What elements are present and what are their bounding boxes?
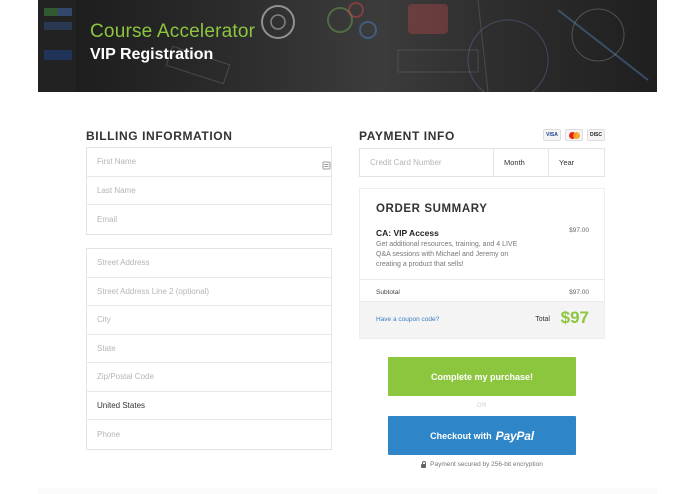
paypal-button-label: Checkout with <box>430 430 492 441</box>
accepted-cards: VISA DISC <box>543 129 605 141</box>
hero-banner: Course Accelerator VIP Registration <box>38 0 657 92</box>
total-value: $97 <box>560 308 589 327</box>
street-address-2-field[interactable]: Street Address Line 2 (optional) <box>87 278 331 306</box>
contact-fields-group: First Name Last Name Email <box>86 147 332 235</box>
address-fields-group: Street Address Street Address Line 2 (op… <box>86 248 332 450</box>
zip-field[interactable]: Zip/Postal Code <box>87 363 331 392</box>
hero-title: Course Accelerator <box>90 21 256 42</box>
credit-card-row: Credit Card Number Month Year <box>359 148 605 177</box>
subtotal-label: Subtotal <box>376 289 400 296</box>
phone-field[interactable]: Phone <box>87 420 331 449</box>
payment-heading: PAYMENT INFO <box>359 129 455 143</box>
billing-heading: BILLING INFORMATION <box>86 129 233 143</box>
city-field[interactable]: City <box>87 306 331 335</box>
expiry-month-select[interactable]: Month <box>494 149 549 176</box>
secure-payment-note: Payment secured by 256-bit encryption <box>388 460 576 468</box>
first-name-field[interactable]: First Name <box>87 148 331 177</box>
summary-total-bar: Have a coupon code? Total $97 <box>360 301 604 338</box>
state-field[interactable]: State <box>87 335 331 363</box>
mastercard-icon <box>565 129 583 141</box>
order-summary: ORDER SUMMARY CA: VIP Access Get additio… <box>359 188 605 339</box>
coupon-code-link[interactable]: Have a coupon code? <box>376 316 439 323</box>
paypal-checkout-button[interactable]: Checkout with PayPal <box>388 416 576 455</box>
order-item-name: CA: VIP Access <box>376 228 439 238</box>
secure-note-text: Payment secured by 256-bit encryption <box>430 461 543 468</box>
street-address-field[interactable]: Street Address <box>87 249 331 278</box>
hero-subtitle: VIP Registration <box>90 46 214 63</box>
summary-divider <box>360 279 604 280</box>
last-name-field[interactable]: Last Name <box>87 177 331 205</box>
visa-icon: VISA <box>543 129 561 141</box>
email-field[interactable]: Email <box>87 205 331 234</box>
credit-card-number-field[interactable]: Credit Card Number <box>360 149 494 176</box>
complete-purchase-button[interactable]: Complete my purchase! <box>388 357 576 396</box>
lock-icon <box>421 460 427 468</box>
country-select[interactable]: United States <box>87 392 331 420</box>
footer-band <box>38 488 657 494</box>
contact-card-icon[interactable] <box>322 157 331 170</box>
paypal-logo: PayPal <box>495 428 534 443</box>
or-divider: OR <box>477 403 487 409</box>
order-item-price: $97.00 <box>569 227 589 234</box>
order-summary-heading: ORDER SUMMARY <box>376 203 488 215</box>
discover-icon: DISC <box>587 129 605 141</box>
order-item-description: Get additional resources, training, and … <box>376 241 518 268</box>
subtotal-value: $97.00 <box>569 289 589 296</box>
total-label: Total <box>535 316 550 323</box>
expiry-year-select[interactable]: Year <box>549 149 604 176</box>
